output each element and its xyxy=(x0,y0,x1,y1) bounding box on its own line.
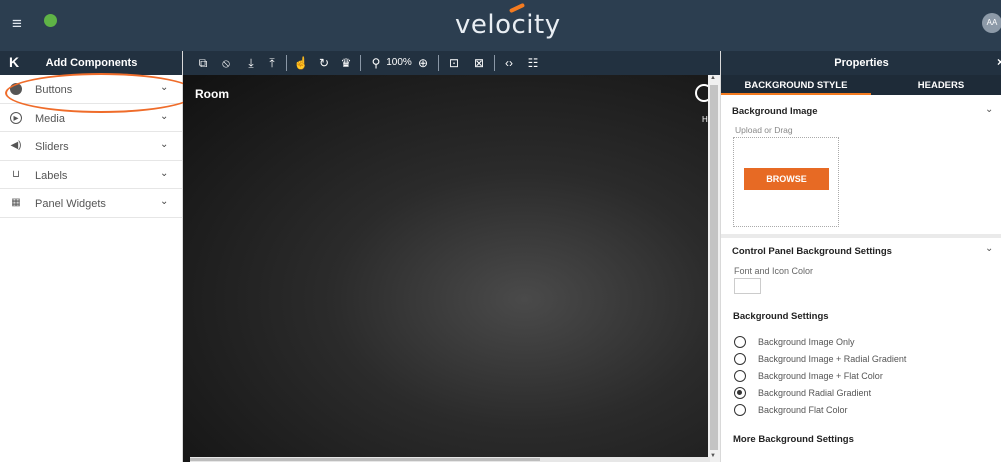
code-icon[interactable]: ‹› xyxy=(501,55,517,71)
scrollbar-thumb[interactable] xyxy=(190,458,540,461)
component-item-media[interactable]: ▸ Media ⌄ xyxy=(0,104,182,132)
scroll-down-icon[interactable]: ▼ xyxy=(710,453,716,459)
add-components-header: K Add Components xyxy=(0,51,182,75)
chevron-down-icon[interactable]: ⌄ xyxy=(160,111,168,122)
radio-button[interactable] xyxy=(734,370,746,382)
radio-label: Background Image + Radial Gradient xyxy=(758,354,907,364)
canvas-vertical-scrollbar[interactable]: ▲ ▼ xyxy=(708,75,720,462)
status-icon xyxy=(44,14,57,27)
canvas-corner-label: H xyxy=(702,115,708,124)
chevron-down-icon[interactable]: ⌄ xyxy=(160,168,168,179)
disable-icon[interactable]: ⦸ xyxy=(218,55,234,71)
section-title-background-image[interactable]: Background Image xyxy=(732,106,818,117)
radio-label: Background Flat Color xyxy=(758,405,848,415)
component-label: Panel Widgets xyxy=(35,198,106,210)
toolbar-divider xyxy=(494,55,495,71)
canvas-horizontal-scrollbar[interactable] xyxy=(190,457,710,462)
label-bracket-icon: ⊔ xyxy=(12,168,20,180)
editor-toolbar: ⧉ ⦸ ⤓ ⤒ ☝ ↻ ♛ ⚲ 100% ⊕ ⊡ ⊠ ‹› ☷ xyxy=(183,51,720,75)
toolbar-divider xyxy=(438,55,439,71)
font-icon-color-swatch[interactable] xyxy=(734,278,761,294)
close-icon[interactable]: × xyxy=(997,55,1001,69)
toolbar-divider xyxy=(360,55,361,71)
touch-icon[interactable]: ☝ xyxy=(293,55,309,71)
component-item-panel-widgets[interactable]: ▦ Panel Widgets ⌄ xyxy=(0,189,182,218)
component-item-sliders[interactable]: ◀) Sliders ⌄ xyxy=(0,132,182,161)
component-label: Buttons xyxy=(35,84,73,96)
section-title-control-panel-bg[interactable]: Control Panel Background Settings xyxy=(732,246,892,257)
component-label: Labels xyxy=(35,169,68,182)
chevron-down-icon[interactable]: ⌄ xyxy=(160,196,168,207)
zoom-out-icon[interactable]: ⚲ xyxy=(368,55,384,71)
tab-background-style[interactable]: BACKGROUND STYLE xyxy=(721,80,871,91)
chevron-down-icon[interactable]: ⌄ xyxy=(985,104,993,115)
app-logo: velocity xyxy=(455,10,561,40)
browse-button[interactable]: BROWSE xyxy=(744,168,829,190)
play-circle-icon: ▸ xyxy=(10,111,22,124)
active-tab-indicator xyxy=(721,93,871,95)
radio-label: Background Image + Flat Color xyxy=(758,371,883,381)
zoom-in-icon[interactable]: ⊕ xyxy=(415,55,431,71)
toolbar-divider xyxy=(286,55,287,71)
canvas-room-title[interactable]: Room xyxy=(195,87,229,101)
grid-icon[interactable]: ⊠ xyxy=(471,55,487,71)
refresh-icon[interactable]: ↻ xyxy=(316,55,332,71)
add-components-panel: K Add Components + Buttons ⌄ ▸ Media ⌄ ◀… xyxy=(0,51,183,462)
component-label: Sliders xyxy=(35,141,69,153)
plus-circle-icon: + xyxy=(10,83,22,95)
radio-label: Background Radial Gradient xyxy=(758,388,872,398)
download-icon[interactable]: ⤓ xyxy=(243,55,259,71)
chevron-down-icon[interactable]: ⌄ xyxy=(985,243,993,254)
device-preview-icon[interactable]: ⧉ xyxy=(195,55,211,71)
panel-title: Properties xyxy=(834,57,889,69)
chevron-down-icon[interactable]: ⌄ xyxy=(160,139,168,150)
component-item-buttons[interactable]: + Buttons ⌄ xyxy=(0,75,182,104)
scrollbar-thumb[interactable] xyxy=(710,85,718,450)
font-icon-color-label: Font and Icon Color xyxy=(734,266,814,276)
panel-title: Add Components xyxy=(45,57,138,69)
component-item-labels[interactable]: ⊔ Labels ⌄ xyxy=(0,161,182,189)
hamburger-icon[interactable]: ≡ xyxy=(12,14,22,34)
volume-icon: ◀) xyxy=(10,140,22,151)
properties-tabs: BACKGROUND STYLE HEADERS xyxy=(721,75,1001,95)
background-settings-title: Background Settings xyxy=(733,311,829,322)
user-avatar[interactable]: AA xyxy=(982,13,1001,33)
radio-button[interactable] xyxy=(734,353,746,365)
radio-button-selected[interactable] xyxy=(734,387,746,399)
radio-button[interactable] xyxy=(734,404,746,416)
tab-headers[interactable]: HEADERS xyxy=(901,80,981,91)
sliders-icon[interactable]: ☷ xyxy=(525,55,541,71)
properties-header: Properties × xyxy=(721,51,1001,75)
design-canvas[interactable]: Room H xyxy=(183,75,713,462)
lock-icon[interactable]: ⊡ xyxy=(446,55,462,71)
section-divider xyxy=(721,234,1001,238)
scroll-up-icon[interactable]: ▲ xyxy=(710,75,716,81)
upload-icon[interactable]: ⤒ xyxy=(264,55,280,71)
bulb-icon[interactable]: ♛ xyxy=(338,55,354,71)
chevron-down-icon[interactable]: ⌄ xyxy=(160,82,168,93)
zoom-level: 100% xyxy=(386,57,412,68)
component-label: Media xyxy=(35,112,65,125)
upload-hint: Upload or Drag xyxy=(735,125,793,135)
radio-label: Background Image Only xyxy=(758,337,855,347)
widgets-grid-icon: ▦ xyxy=(11,197,21,208)
app-topbar: ≡ velocity AA xyxy=(0,0,1001,51)
more-background-settings-title: More Background Settings xyxy=(733,434,854,445)
radio-button[interactable] xyxy=(734,336,746,348)
